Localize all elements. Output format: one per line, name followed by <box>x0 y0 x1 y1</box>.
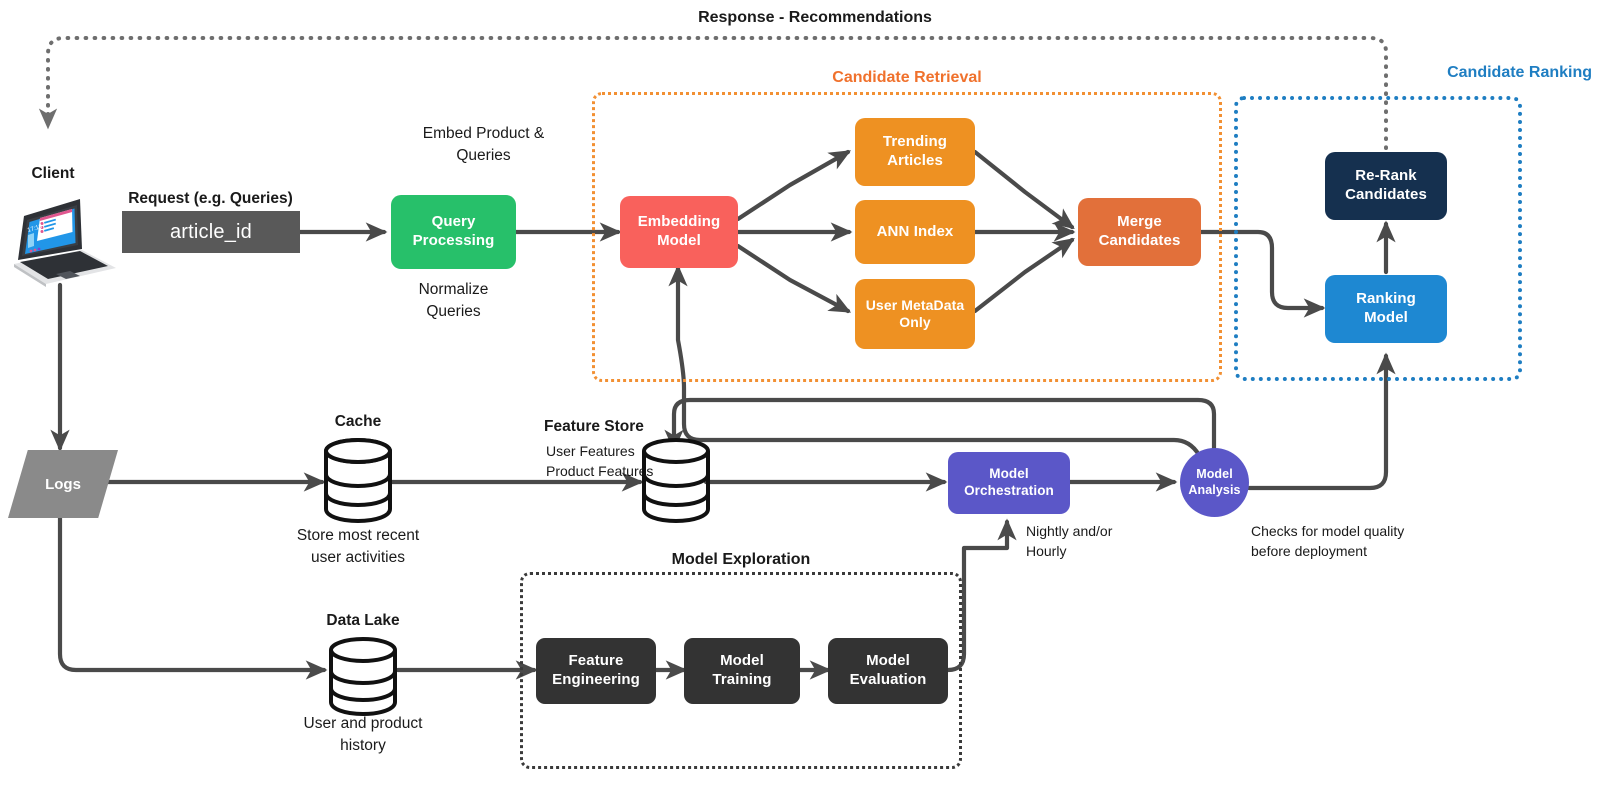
model-analysis-note-line2: before deployment <box>1251 543 1367 560</box>
cache-note-line2: user activities <box>311 549 405 567</box>
ann-index-line1: ANN Index <box>876 222 954 240</box>
data-lake-cylinder-icon <box>327 636 399 716</box>
rerank-candidates-node[interactable]: Re-Rank Candidates <box>1325 152 1447 220</box>
feature-engineering-node[interactable]: Feature Engineering <box>536 638 656 704</box>
embedding-model-line1: Embedding <box>637 213 721 231</box>
ranking-model-line1: Ranking <box>1356 290 1416 308</box>
model-analysis-note-line1: Checks for model quality <box>1251 523 1405 539</box>
feature-engineering-line1: Feature <box>568 652 624 670</box>
user-metadata-line2: Only <box>899 314 931 330</box>
embedding-model-node[interactable]: Embedding Model <box>620 196 738 268</box>
cache-note: Store most recent user activities <box>272 525 444 570</box>
model-orchestration-line2: Orchestration <box>964 483 1054 498</box>
normalize-note: Normalize Queries <box>386 279 521 324</box>
embed-note-line1: Embed Product & <box>422 125 545 142</box>
model-analysis-note: Checks for model quality before deployme… <box>1251 521 1461 562</box>
ranking-model-node[interactable]: Ranking Model <box>1325 275 1447 343</box>
orchestration-schedule-note: Nightly and/or Hourly <box>1026 521 1166 562</box>
cache-title: Cache <box>334 413 382 430</box>
orchestration-note-line2: Hourly <box>1026 543 1067 560</box>
model-analysis-line1: Model <box>1196 466 1233 481</box>
client-label: Client <box>31 165 75 182</box>
model-training-node[interactable]: Model Training <box>684 638 800 704</box>
model-exploration-title: Model Exploration <box>671 551 811 568</box>
laptop-icon: 17:13 <box>4 188 122 288</box>
model-training-line1: Model <box>720 652 764 670</box>
rerank-candidates-line2: Candidates <box>1345 186 1427 203</box>
cache-cylinder-icon <box>322 437 394 523</box>
candidate-retrieval-title: Candidate Retrieval <box>832 69 982 86</box>
data-lake-note: User and product history <box>277 713 449 758</box>
user-metadata-line1: User MetaData <box>865 296 965 313</box>
model-orchestration-node[interactable]: Model Orchestration <box>948 452 1070 514</box>
model-orchestration-line1: Model <box>989 466 1029 482</box>
trending-articles-line2: Articles <box>887 152 943 169</box>
model-evaluation-line2: Evaluation <box>849 671 927 688</box>
orchestration-note-line1: Nightly and/or <box>1026 523 1113 539</box>
rerank-candidates-line1: Re-Rank <box>1355 167 1417 185</box>
feature-store-cylinder-icon <box>640 437 712 523</box>
request-title-label: Request (e.g. Queries) <box>128 190 293 207</box>
cache-note-line1: Store most recent <box>296 527 420 544</box>
model-evaluation-node[interactable]: Model Evaluation <box>828 638 948 704</box>
embed-note: Embed Product & Queries <box>386 123 581 168</box>
normalize-note-line2: Queries <box>426 303 481 321</box>
trending-articles-line1: Trending <box>882 133 948 151</box>
trending-articles-node[interactable]: Trending Articles <box>855 118 975 186</box>
normalize-note-line1: Normalize <box>418 281 489 298</box>
request-value-chip: article_id <box>122 211 300 253</box>
merge-candidates-node[interactable]: Merge Candidates <box>1078 198 1201 266</box>
data-lake-note-line1: User and product <box>303 715 423 732</box>
embed-note-line2: Queries <box>456 147 511 165</box>
data-lake-note-line2: history <box>340 737 386 755</box>
ranking-model-line2: Model <box>1364 309 1408 326</box>
feature-store-title: Feature Store <box>544 418 644 435</box>
user-metadata-node[interactable]: User MetaData Only <box>855 279 975 349</box>
model-analysis-line2: Analysis <box>1188 482 1241 497</box>
candidate-ranking-title: Candidate Ranking <box>1447 64 1592 81</box>
feature-engineering-line2: Engineering <box>552 671 640 688</box>
response-title: Response - Recommendations <box>698 9 932 26</box>
query-processing-node[interactable]: Query Processing <box>391 195 516 269</box>
logs-node[interactable]: Logs <box>8 450 118 518</box>
ann-index-node[interactable]: ANN Index <box>855 200 975 264</box>
model-analysis-node[interactable]: Model Analysis <box>1180 448 1249 517</box>
model-evaluation-line1: Model <box>866 652 910 670</box>
merge-candidates-line1: Merge <box>1117 213 1162 231</box>
model-training-line2: Training <box>712 671 772 688</box>
diagram-canvas: Candidate Retrieval Candidate Ranking Mo… <box>0 0 1610 804</box>
embedding-model-line2: Model <box>657 232 701 249</box>
merge-candidates-line2: Candidates <box>1098 232 1181 249</box>
query-processing-line2: Processing <box>412 232 495 249</box>
query-processing-line1: Query <box>431 213 476 231</box>
data-lake-title: Data Lake <box>326 612 400 629</box>
